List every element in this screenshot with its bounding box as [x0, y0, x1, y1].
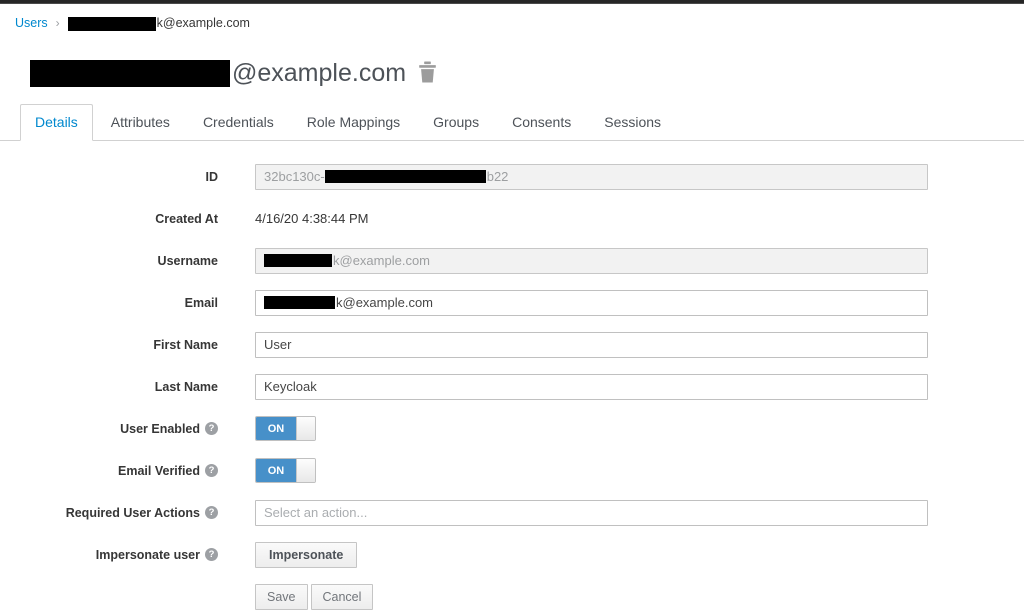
field-row-last-name: Last Name — [0, 374, 1024, 400]
username-label: Username — [0, 254, 218, 268]
form-actions-row: Save Cancel — [0, 584, 1024, 610]
field-row-required-user-actions: Required User Actions ? — [0, 500, 1024, 526]
redacted-text — [264, 254, 332, 267]
cancel-button[interactable]: Cancel — [311, 584, 374, 610]
redacted-text — [30, 60, 230, 87]
toggle-handle — [296, 459, 315, 482]
first-name-label: First Name — [0, 338, 218, 352]
created-at-label: Created At — [0, 212, 218, 226]
trash-icon — [418, 61, 437, 86]
toggle-on-label: ON — [256, 459, 296, 482]
tab-sessions[interactable]: Sessions — [589, 104, 676, 141]
last-name-label: Last Name — [0, 380, 218, 394]
field-row-email: Email k@example.com — [0, 290, 1024, 316]
required-user-actions-input[interactable] — [255, 500, 928, 526]
id-label: ID — [0, 170, 218, 184]
tab-groups[interactable]: Groups — [418, 104, 494, 141]
first-name-input[interactable] — [255, 332, 928, 358]
page-title: @example.com — [30, 59, 1024, 88]
user-details-form: ID 32bc130c-b22 Created At 4/16/20 4:38:… — [0, 164, 1024, 610]
toggle-handle — [296, 417, 315, 440]
redacted-text — [325, 170, 486, 183]
tab-consents[interactable]: Consents — [497, 104, 586, 141]
tab-attributes[interactable]: Attributes — [96, 104, 185, 141]
user-enabled-label: User Enabled ? — [0, 422, 218, 436]
help-icon[interactable]: ? — [205, 548, 218, 561]
help-icon[interactable]: ? — [205, 422, 218, 435]
email-verified-label: Email Verified ? — [0, 464, 218, 478]
field-row-first-name: First Name — [0, 332, 1024, 358]
breadcrumb-users-link[interactable]: Users — [15, 16, 48, 30]
field-row-id: ID 32bc130c-b22 — [0, 164, 1024, 190]
tab-credentials[interactable]: Credentials — [188, 104, 289, 141]
user-enabled-toggle[interactable]: ON — [255, 416, 316, 441]
delete-user-button[interactable] — [418, 61, 437, 86]
field-row-user-enabled: User Enabled ? ON — [0, 416, 1024, 442]
required-user-actions-label: Required User Actions ? — [0, 506, 218, 520]
email-input[interactable]: k@example.com — [255, 290, 928, 316]
username-input: k@example.com — [255, 248, 928, 274]
last-name-input[interactable] — [255, 374, 928, 400]
field-row-username: Username k@example.com — [0, 248, 1024, 274]
tab-role-mappings[interactable]: Role Mappings — [292, 104, 415, 141]
impersonate-user-label: Impersonate user ? — [0, 548, 218, 562]
breadcrumb-current: k@example.com — [68, 16, 250, 31]
help-icon[interactable]: ? — [205, 464, 218, 477]
breadcrumb: Users › k@example.com — [0, 4, 1024, 31]
field-row-created-at: Created At 4/16/20 4:38:44 PM — [0, 206, 1024, 232]
breadcrumb-separator: › — [56, 16, 60, 30]
tab-details[interactable]: Details — [20, 104, 93, 141]
save-button[interactable]: Save — [255, 584, 308, 610]
field-row-impersonate: Impersonate user ? Impersonate — [0, 542, 1024, 568]
help-icon[interactable]: ? — [205, 506, 218, 519]
toggle-on-label: ON — [256, 417, 296, 440]
impersonate-button[interactable]: Impersonate — [255, 542, 357, 568]
redacted-text — [68, 17, 156, 31]
redacted-text — [264, 296, 335, 309]
tab-bar: Details Attributes Credentials Role Mapp… — [0, 103, 1024, 141]
created-at-value: 4/16/20 4:38:44 PM — [255, 211, 368, 226]
field-row-email-verified: Email Verified ? ON — [0, 458, 1024, 484]
email-verified-toggle[interactable]: ON — [255, 458, 316, 483]
id-input: 32bc130c-b22 — [255, 164, 928, 190]
email-label: Email — [0, 296, 218, 310]
